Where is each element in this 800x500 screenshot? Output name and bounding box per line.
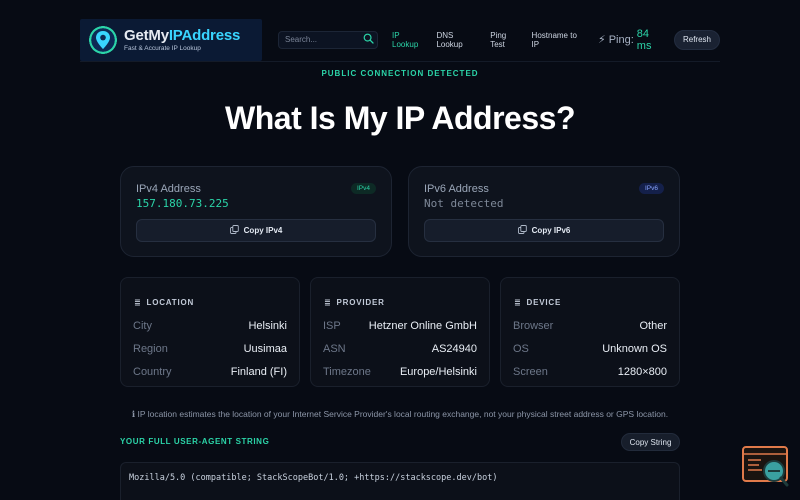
device-rows: Browser Other OS Unknown OS Screen 1280×800	[513, 314, 667, 383]
copy-ipv4-label: Copy IPv4	[243, 226, 283, 235]
row-value: Europe/Helsinki	[399, 365, 477, 378]
brand-title: GetMyIPAddress	[124, 27, 240, 44]
copy-ipv6-button[interactable]: Copy IPv6	[424, 219, 664, 242]
row-key: Region	[133, 342, 168, 355]
row-key: City	[133, 319, 152, 332]
info-row: ASN AS24940	[323, 337, 477, 360]
user-agent-string: Mozilla/5.0 (compatible; StackScopeBot/1…	[120, 462, 680, 500]
nav-dns-lookup[interactable]: DNS Lookup	[436, 31, 481, 49]
row-key: Timezone	[323, 365, 371, 378]
list-icon: ≣	[514, 298, 522, 307]
location-heading: ≣ LOCATION	[134, 298, 287, 307]
row-key: OS	[513, 342, 529, 355]
info-row: Timezone Europe/Helsinki	[323, 360, 477, 383]
device-heading: ≣ DEVICE	[514, 298, 667, 307]
info-row: City Helsinki	[133, 314, 287, 337]
info-row: Country Finland (FI)	[133, 360, 287, 383]
location-card: ≣ LOCATION City Helsinki Region Uusimaa Co…	[120, 277, 300, 387]
logo-text: GetMyIPAddress Fast & Accurate IP Lookup	[124, 27, 240, 52]
list-icon: ≣	[324, 298, 332, 307]
ipv4-badge: IPv4	[350, 183, 376, 194]
site-header: GetMyIPAddress Fast & Accurate IP Lookup…	[80, 18, 720, 62]
row-value: 1280×800	[617, 365, 667, 378]
ping-indicator: ⚡ Ping: 84 ms	[598, 28, 666, 52]
inspector-widget-icon[interactable]	[741, 445, 791, 487]
ipv4-label: IPv4 Address	[136, 183, 201, 195]
copy-ipv4-button[interactable]: Copy IPv4	[136, 219, 376, 242]
location-rows: City Helsinki Region Uusimaa Country Finlan…	[133, 314, 287, 383]
info-row: Region Uusimaa	[133, 337, 287, 360]
copy-string-button[interactable]: Copy String	[621, 433, 680, 451]
ipv6-badge: IPv6	[638, 183, 664, 194]
ipv4-address: 157.180.73.225	[136, 197, 229, 210]
copy-icon	[229, 225, 239, 236]
list-icon: ≣	[134, 298, 142, 307]
copy-ipv6-label: Copy IPv6	[531, 226, 571, 235]
brand-tagline: Fast & Accurate IP Lookup	[124, 45, 201, 52]
logo[interactable]: GetMyIPAddress Fast & Accurate IP Lookup	[80, 18, 263, 61]
info-row: OS Unknown OS	[513, 337, 667, 360]
row-value: Helsinki	[248, 319, 287, 332]
provider-rows: ISP Hetzner Online GmbH ASN AS24940 Timezo…	[323, 314, 477, 383]
ipv6-label: IPv6 Address	[424, 183, 489, 195]
user-agent-heading: YOUR FULL USER-AGENT STRING	[120, 437, 270, 446]
row-value: Uusimaa	[243, 342, 287, 355]
location-pin-icon	[88, 24, 118, 55]
row-value: AS24940	[431, 342, 477, 355]
nav-ping-test[interactable]: Ping Test	[490, 31, 522, 49]
row-value: Unknown OS	[602, 342, 667, 355]
row-key: Country	[133, 365, 172, 378]
row-key: Screen	[513, 365, 548, 378]
connection-status: PUBLIC CONNECTION DETECTED	[321, 69, 479, 78]
search-box	[278, 30, 379, 49]
row-key: ISP	[323, 319, 341, 332]
location-heading-label: LOCATION	[146, 298, 195, 307]
ping-value: 84 ms	[636, 27, 652, 52]
brand-title-main: GetMy	[124, 27, 169, 44]
ipv6-card: IPv6 Address Not detected IPv6 Copy IPv6	[408, 166, 680, 257]
info-row: ISP Hetzner Online GmbH	[323, 314, 477, 337]
copy-icon	[517, 225, 527, 236]
info-row: Browser Other	[513, 314, 667, 337]
provider-card: ≣ PROVIDER ISP Hetzner Online GmbH ASN AS2…	[310, 277, 490, 387]
row-key: ASN	[323, 342, 346, 355]
lightning-icon: ⚡	[597, 34, 606, 46]
nav-hostname-to-ip[interactable]: Hostname to IP	[532, 31, 586, 49]
info-row: Screen 1280×800	[513, 360, 667, 383]
location-disclaimer: ℹ IP location estimates the location of …	[131, 409, 669, 419]
provider-heading-label: PROVIDER	[336, 298, 385, 307]
row-value: Other	[639, 319, 667, 332]
nav-ip-lookup[interactable]: IP Lookup	[392, 31, 427, 49]
brand-title-accent: IPAddress	[168, 27, 241, 44]
ipv4-card: IPv4 Address 157.180.73.225 IPv4 Copy IP…	[120, 166, 392, 257]
main-nav: IP Lookup DNS Lookup Ping Test Hostname …	[392, 31, 586, 49]
page-title: What Is My IP Address?	[225, 100, 575, 136]
row-value: Hetzner Online GmbH	[368, 319, 477, 332]
ipv6-address: Not detected	[424, 197, 504, 210]
search-input[interactable]	[285, 35, 364, 44]
provider-heading: ≣ PROVIDER	[324, 298, 477, 307]
ping-label: Ping:	[608, 33, 634, 46]
refresh-button[interactable]: Refresh	[673, 29, 720, 50]
device-heading-label: DEVICE	[526, 298, 562, 307]
search-icon[interactable]	[363, 31, 374, 49]
row-key: Browser	[513, 319, 554, 332]
row-value: Finland (FI)	[230, 365, 287, 378]
device-card: ≣ DEVICE Browser Other OS Unknown OS Scree…	[500, 277, 680, 387]
